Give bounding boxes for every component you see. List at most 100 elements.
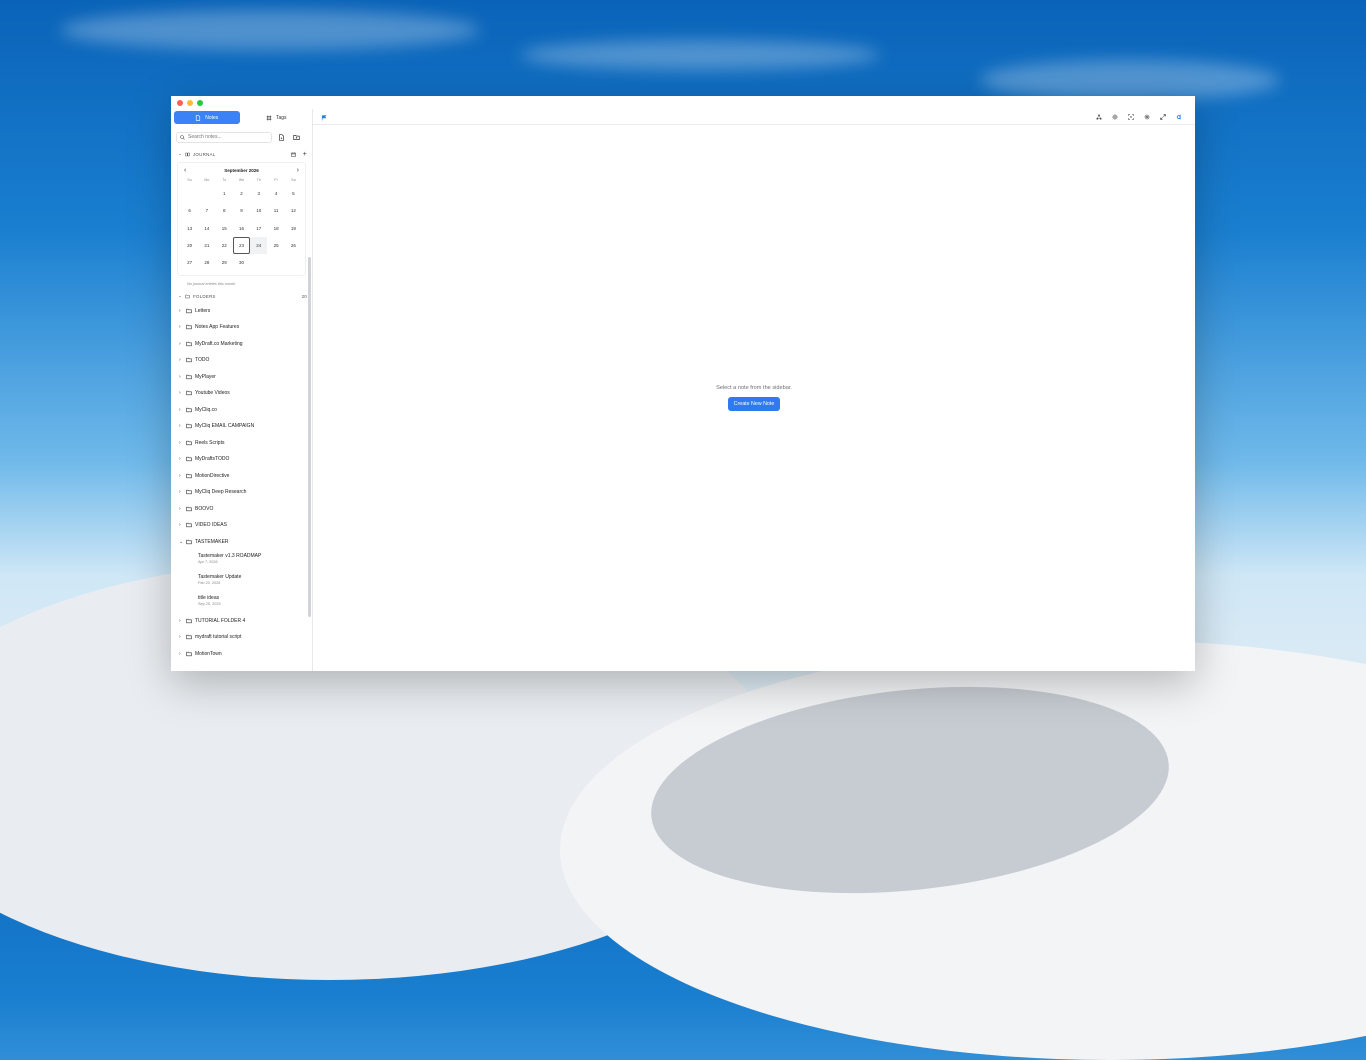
calendar-day[interactable]: 26 — [285, 237, 302, 254]
calendar-day[interactable]: 10 — [250, 202, 267, 219]
folder-item[interactable]: › BOOVO — [171, 500, 312, 517]
sidebar-scrollbar[interactable] — [308, 257, 311, 617]
close-window-button[interactable] — [177, 99, 183, 106]
calendar-weekday: Fr — [274, 178, 278, 182]
calendar-day[interactable]: 8 — [216, 202, 233, 219]
folder-name: MyDraftsTODO — [195, 456, 230, 463]
note-title: Tastemaker Update — [198, 573, 242, 580]
journal-header[interactable]: ⌄ JOURNAL + — [171, 148, 312, 160]
calendar-day[interactable]: 30 — [233, 254, 250, 271]
app-window: Notes Tags ⌄ — [171, 96, 1195, 671]
folder-icon — [186, 374, 192, 379]
sidebar: Notes Tags ⌄ — [171, 109, 313, 671]
calendar-day[interactable]: 24 — [250, 236, 268, 255]
calendar-day[interactable]: 12 — [285, 202, 302, 219]
note-item[interactable]: Tastemaker Update Feb 20, 2026 — [171, 571, 312, 592]
folders-header[interactable]: ⌄ FOLDERS 20 — [171, 290, 312, 302]
folder-item[interactable]: › TUTORIAL FOLDER 4 — [171, 612, 312, 629]
gear-icon — [1144, 114, 1150, 119]
create-new-note-button[interactable]: Create New Note — [727, 397, 781, 411]
calendar-day[interactable]: 18 — [267, 220, 284, 237]
minimize-window-button[interactable] — [187, 99, 193, 106]
folder-item[interactable]: › MyCliq EMAIL CAMPAIGN — [171, 418, 312, 435]
folder-icon — [186, 618, 192, 623]
calendar-icon[interactable] — [290, 152, 296, 157]
calendar-day[interactable]: 19 — [285, 220, 302, 237]
calendar-day[interactable]: 29 — [216, 254, 233, 271]
calendar-day[interactable]: 6 — [181, 202, 198, 219]
expand-button[interactable] — [1155, 110, 1171, 124]
folder-item[interactable]: › Reels Scripts — [171, 434, 312, 451]
calendar-day[interactable]: 22 — [216, 237, 233, 254]
calendar-day[interactable]: 23 — [232, 236, 251, 255]
folder-item[interactable]: › MyDraftsTODO — [171, 451, 312, 468]
folder-item[interactable]: › MyCliq.co — [171, 401, 312, 418]
folder-icon — [186, 457, 192, 462]
chevron-right-icon: › — [179, 617, 181, 624]
settings-button[interactable] — [1139, 110, 1155, 124]
folder-item[interactable]: › VIDEO IDEAS — [171, 517, 312, 534]
graph-button[interactable] — [1091, 110, 1107, 124]
folder-item[interactable]: › mydraft tutorial script — [171, 629, 312, 646]
tab-notes-label: Notes — [205, 114, 219, 121]
tab-notes[interactable]: Notes — [174, 111, 240, 124]
calendar-day[interactable]: 25 — [267, 237, 284, 254]
new-note-icon — [279, 133, 284, 141]
folder-item[interactable]: › MotionTown — [171, 645, 312, 662]
chevron-right-icon: › — [179, 456, 181, 463]
calendar-day[interactable]: 27 — [181, 254, 198, 271]
calendar-day[interactable]: 7 — [198, 202, 215, 219]
tab-tags[interactable]: Tags — [244, 111, 310, 124]
calendar-day[interactable]: 14 — [198, 220, 215, 237]
calendar-day[interactable]: 3 — [250, 185, 267, 202]
theme-toggle-button[interactable] — [1107, 110, 1123, 124]
maximize-window-button[interactable] — [197, 99, 203, 106]
calendar-day[interactable]: 21 — [198, 237, 215, 254]
folder-item[interactable]: › MyCliq Deep Research — [171, 484, 312, 501]
calendar-day[interactable]: 5 — [285, 185, 302, 202]
calendar-day[interactable]: 2 — [233, 185, 250, 202]
folder-item[interactable]: › Letters — [171, 302, 312, 319]
app-logo-button[interactable] — [1171, 110, 1187, 124]
folder-name: Reels Scripts — [195, 439, 225, 446]
calendar-day[interactable]: 17 — [250, 220, 267, 237]
folder-name: TASTEMAKER — [195, 538, 229, 545]
note-item[interactable]: Tastemaker v1.3 ROADMAP Apr 7, 2026 — [171, 550, 312, 571]
folder-icon — [185, 294, 190, 299]
chevron-right-icon: › — [179, 390, 181, 397]
folders-label: FOLDERS — [192, 293, 216, 299]
search-box — [176, 131, 272, 143]
calendar-day[interactable]: 28 — [198, 254, 215, 271]
calendar-day[interactable]: 13 — [181, 220, 198, 237]
note-title: title ideas — [198, 594, 220, 601]
calendar-day[interactable]: 4 — [267, 185, 284, 202]
flag-button[interactable] — [321, 108, 327, 126]
folder-item[interactable]: › MyPlayer — [171, 368, 312, 385]
calendar-day[interactable]: 20 — [181, 237, 198, 254]
calendar-day[interactable]: 15 — [216, 220, 233, 237]
folder-name: MyPlayer — [195, 373, 216, 380]
prev-month-button[interactable]: ‹ — [184, 167, 186, 174]
next-month-button[interactable]: › — [297, 167, 299, 174]
calendar-weekday: Sa — [291, 178, 296, 182]
folder-item[interactable]: › MotionDirective — [171, 467, 312, 484]
add-journal-button[interactable]: + — [303, 151, 307, 158]
calendar-weekday: Tu — [222, 178, 227, 182]
calendar-day[interactable]: 11 — [267, 202, 284, 219]
search-input[interactable] — [188, 134, 268, 140]
book-icon — [185, 152, 190, 156]
folder-item[interactable]: › Notes App Features — [171, 319, 312, 336]
folder-item[interactable]: › Youtube Videos — [171, 385, 312, 402]
folder-item[interactable]: ⌄ TASTEMAKER — [171, 533, 312, 550]
folder-item[interactable]: › TODO — [171, 352, 312, 369]
new-note-button[interactable] — [276, 132, 287, 143]
calendar-day[interactable]: 16 — [233, 220, 250, 237]
app-logo-icon — [1176, 114, 1181, 119]
new-folder-button[interactable] — [291, 132, 302, 143]
note-item[interactable]: title ideas Sep 25, 2025 — [171, 592, 312, 613]
folder-item[interactable]: › MyDraft.co Marketing — [171, 335, 312, 352]
calendar-day[interactable]: 1 — [216, 185, 233, 202]
focus-mode-button[interactable] — [1123, 110, 1139, 124]
folder-icon — [186, 308, 192, 313]
calendar-day[interactable]: 9 — [233, 202, 250, 219]
